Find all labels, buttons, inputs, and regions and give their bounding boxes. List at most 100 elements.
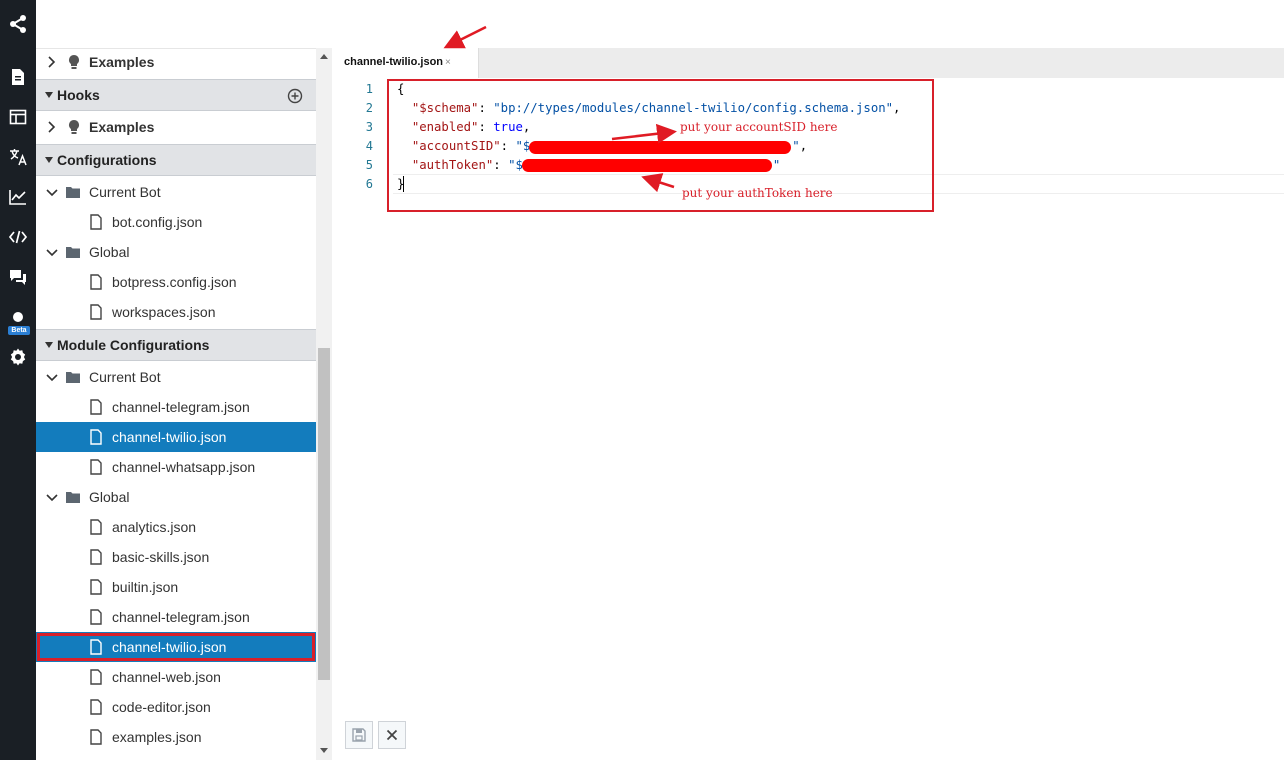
- file-label: basic-skills.json: [112, 549, 210, 565]
- explorer-scrollbar[interactable]: [316, 48, 332, 760]
- file-item[interactable]: basic-skills.json: [36, 542, 316, 572]
- file-icon: [88, 699, 104, 715]
- file-icon: [88, 609, 104, 625]
- file-icon: [88, 549, 104, 565]
- line-number: 4: [365, 139, 373, 153]
- folder-icon: [65, 489, 81, 505]
- line-number: 3: [365, 120, 373, 134]
- file-icon: [88, 214, 104, 230]
- file-label: workspaces.json: [112, 304, 216, 320]
- scroll-down-arrow-icon[interactable]: [320, 748, 328, 753]
- tree-item-examples[interactable]: Examples: [36, 47, 316, 77]
- folder-label: Current Bot: [89, 369, 161, 385]
- file-item[interactable]: examples.json: [36, 722, 316, 752]
- tree-item-examples[interactable]: Examples: [36, 112, 316, 142]
- file-item[interactable]: channel-whatsapp.json: [36, 452, 316, 482]
- file-icon: [88, 519, 104, 535]
- file-item[interactable]: analytics.json: [36, 512, 316, 542]
- section-label: Configurations: [57, 152, 157, 168]
- file-item[interactable]: channel-telegram.json: [36, 602, 316, 632]
- lightbulb-icon: [66, 119, 82, 135]
- section-module-configurations[interactable]: Module Configurations: [36, 329, 316, 361]
- file-label: channel-web.json: [112, 669, 221, 685]
- folder-label: Global: [89, 244, 130, 260]
- file-item-selected-highlighted[interactable]: channel-twilio.json: [36, 632, 316, 662]
- file-item[interactable]: workspaces.json: [36, 297, 316, 327]
- file-icon: [88, 429, 104, 445]
- file-icon: [88, 669, 104, 685]
- chevron-right-icon[interactable]: [46, 55, 58, 69]
- section-configurations[interactable]: Configurations: [36, 144, 316, 176]
- file-item[interactable]: channel-web.json: [36, 662, 316, 692]
- code-icon[interactable]: [8, 227, 28, 247]
- file-item[interactable]: botpress.config.json: [36, 267, 316, 297]
- file-item[interactable]: channel-telegram.json: [36, 392, 316, 422]
- explorer-header: [36, 0, 316, 49]
- caret-down-icon: [45, 342, 53, 348]
- discard-button[interactable]: [378, 721, 406, 749]
- file-icon: [88, 399, 104, 415]
- file-item-selected[interactable]: channel-twilio.json: [36, 422, 316, 452]
- gear-icon[interactable]: [8, 347, 28, 367]
- annotation-auth-token: put your authToken here: [682, 186, 833, 200]
- line-number: 1: [365, 82, 373, 96]
- folder-current-bot[interactable]: Current Bot: [36, 177, 316, 207]
- section-label: Module Configurations: [57, 337, 210, 353]
- tree-item-label: Examples: [89, 119, 155, 135]
- file-item[interactable]: code-editor.json: [36, 692, 316, 722]
- file-label: code-editor.json: [112, 699, 211, 715]
- beta-badge: Beta: [8, 326, 30, 335]
- file-label: channel-telegram.json: [112, 609, 250, 625]
- line-number: 6: [365, 177, 373, 191]
- file-label: botpress.config.json: [112, 274, 237, 290]
- caret-down-icon: [45, 157, 53, 163]
- chevron-down-icon[interactable]: [46, 245, 58, 259]
- file-label: bot.config.json: [112, 214, 203, 230]
- file-icon: [88, 729, 104, 745]
- folder-global[interactable]: Global: [36, 482, 316, 512]
- file-item[interactable]: bot.config.json: [36, 207, 316, 237]
- save-button[interactable]: [345, 721, 373, 749]
- layout-icon[interactable]: [8, 107, 28, 127]
- file-label: channel-telegram.json: [112, 399, 250, 415]
- analytics-chart-icon[interactable]: [8, 187, 28, 207]
- chevron-down-icon[interactable]: [46, 370, 58, 384]
- share-network-icon[interactable]: [8, 14, 28, 34]
- add-circle-icon[interactable]: [287, 88, 303, 104]
- tab-channel-twilio[interactable]: channel-twilio.json ×: [333, 48, 479, 78]
- caret-down-icon: [45, 92, 53, 98]
- folder-icon: [65, 369, 81, 385]
- document-icon[interactable]: [8, 67, 28, 87]
- chevron-right-icon[interactable]: [46, 120, 58, 134]
- folder-global[interactable]: Global: [36, 237, 316, 267]
- line-number: 5: [365, 158, 373, 172]
- scroll-up-arrow-icon[interactable]: [320, 54, 328, 59]
- dot-icon[interactable]: [8, 308, 28, 328]
- tree-item-label: Examples: [89, 54, 155, 70]
- icon-rail: Beta: [0, 0, 36, 760]
- editor-tab-bar: channel-twilio.json ×: [333, 48, 1284, 78]
- save-icon: [352, 728, 366, 742]
- file-label: examples.json: [112, 729, 202, 745]
- chevron-down-icon[interactable]: [46, 490, 58, 504]
- file-label: channel-twilio.json: [112, 429, 227, 445]
- folder-icon: [65, 244, 81, 260]
- folder-label: Global: [89, 489, 130, 505]
- file-icon: [88, 459, 104, 475]
- code-editor[interactable]: 1 2 3 4 5 6 { "$schema": "bp://types/mod…: [333, 78, 1284, 760]
- close-icon[interactable]: ×: [445, 57, 451, 68]
- file-label: channel-whatsapp.json: [112, 459, 256, 475]
- annotation-account-sid: put your accountSID here: [680, 120, 838, 134]
- translate-icon[interactable]: [8, 147, 28, 167]
- arrow-to-tab: [443, 25, 487, 49]
- scrollbar-thumb[interactable]: [318, 348, 330, 680]
- folder-label: Current Bot: [89, 184, 161, 200]
- line-number: 2: [365, 101, 373, 115]
- lightbulb-icon: [66, 54, 82, 70]
- chat-bubbles-icon[interactable]: [8, 267, 28, 287]
- file-label: channel-twilio.json: [112, 639, 227, 655]
- section-hooks[interactable]: Hooks: [36, 79, 316, 111]
- file-item[interactable]: builtin.json: [36, 572, 316, 602]
- folder-current-bot[interactable]: Current Bot: [36, 362, 316, 392]
- chevron-down-icon[interactable]: [46, 185, 58, 199]
